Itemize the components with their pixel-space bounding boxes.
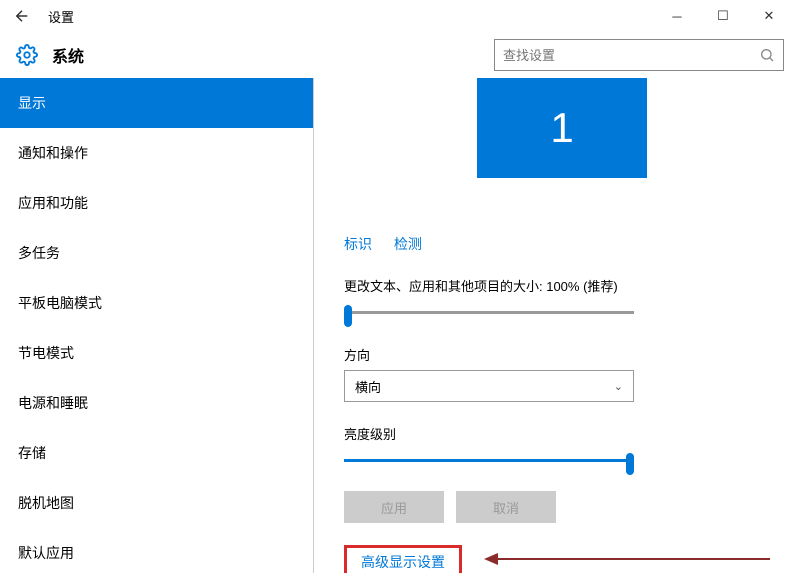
monitor-tile[interactable]: 1: [477, 78, 647, 178]
header: 系统: [0, 32, 800, 78]
display-links: 标识 检测: [344, 234, 780, 254]
chevron-down-icon: ⌄: [614, 380, 623, 393]
search-icon: [759, 47, 775, 63]
maximize-button[interactable]: ☐: [700, 2, 746, 30]
monitor-preview: 1: [344, 78, 780, 178]
apply-button: 应用: [344, 491, 444, 523]
sidebar-item-label: 存储: [18, 443, 46, 463]
scale-slider[interactable]: [344, 303, 634, 323]
search-box[interactable]: [494, 39, 784, 71]
section-title: 系统: [52, 43, 84, 67]
window-title: 设置: [48, 7, 74, 26]
brightness-slider[interactable]: [344, 451, 634, 471]
scale-label: 更改文本、应用和其他项目的大小: 100% (推荐): [344, 276, 780, 295]
sidebar-item-label: 显示: [18, 93, 46, 113]
sidebar-item-label: 脱机地图: [18, 493, 74, 513]
advanced-link-highlight: 高级显示设置: [344, 545, 462, 573]
sidebar-item-storage[interactable]: 存储: [0, 428, 313, 478]
monitor-number: 1: [550, 104, 573, 152]
back-button[interactable]: [8, 2, 36, 30]
cancel-button: 取消: [456, 491, 556, 523]
detect-link[interactable]: 检测: [394, 236, 422, 252]
sidebar-item-label: 多任务: [18, 243, 60, 263]
sidebar-item-default-apps[interactable]: 默认应用: [0, 528, 313, 573]
sidebar-item-tablet[interactable]: 平板电脑模式: [0, 278, 313, 328]
button-row: 应用 取消: [344, 491, 780, 523]
sidebar-item-label: 电源和睡眠: [18, 393, 88, 413]
sidebar-item-power[interactable]: 电源和睡眠: [0, 378, 313, 428]
arrow-left-icon: [13, 7, 31, 25]
close-button[interactable]: ✕: [746, 2, 792, 30]
sidebar-item-label: 默认应用: [18, 543, 74, 563]
minimize-button[interactable]: ─: [654, 2, 700, 30]
sidebar-item-battery[interactable]: 节电模式: [0, 328, 313, 378]
orientation-value: 横向: [355, 377, 381, 396]
sidebar-item-apps[interactable]: 应用和功能: [0, 178, 313, 228]
sidebar-item-display[interactable]: 显示: [0, 78, 313, 128]
slider-thumb[interactable]: [626, 453, 634, 475]
sidebar: 显示 通知和操作 应用和功能 多任务 平板电脑模式 节电模式 电源和睡眠 存储 …: [0, 78, 314, 573]
sidebar-item-label: 通知和操作: [18, 143, 88, 163]
sidebar-item-label: 平板电脑模式: [18, 293, 102, 313]
sidebar-item-multitask[interactable]: 多任务: [0, 228, 313, 278]
gear-icon: [16, 44, 38, 66]
annotation-arrow: [490, 558, 770, 560]
content-pane: 1 标识 检测 更改文本、应用和其他项目的大小: 100% (推荐) 方向 横向…: [314, 78, 800, 573]
search-input[interactable]: [503, 48, 759, 63]
orientation-label: 方向: [344, 345, 780, 364]
slider-thumb[interactable]: [344, 305, 352, 327]
sidebar-item-label: 应用和功能: [18, 193, 88, 213]
orientation-select[interactable]: 横向 ⌄: [344, 370, 634, 402]
brightness-label: 亮度级别: [344, 424, 780, 443]
sidebar-item-notifications[interactable]: 通知和操作: [0, 128, 313, 178]
sidebar-item-maps[interactable]: 脱机地图: [0, 478, 313, 528]
identify-link[interactable]: 标识: [344, 236, 372, 252]
sidebar-item-label: 节电模式: [18, 343, 74, 363]
window-controls: ─ ☐ ✕: [654, 2, 792, 30]
advanced-display-link[interactable]: 高级显示设置: [361, 554, 445, 570]
titlebar: 设置 ─ ☐ ✕: [0, 0, 800, 32]
